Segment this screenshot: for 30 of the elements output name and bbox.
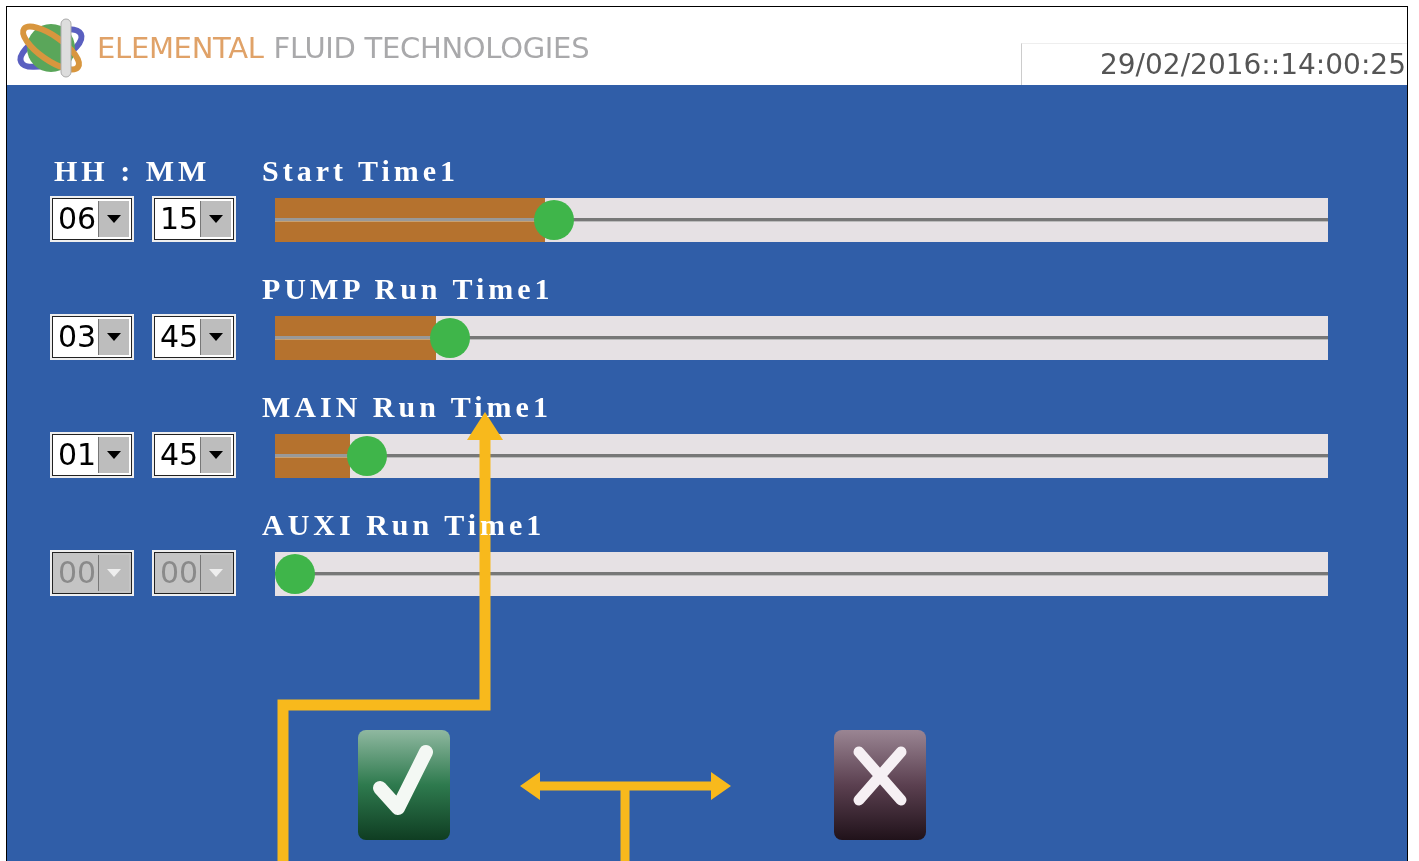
slider-track[interactable] — [275, 434, 1328, 478]
time-column-header: HH : MM — [53, 154, 212, 188]
brand-tagline: FLUID TECHNOLOGIES — [273, 31, 590, 65]
slider-thumb[interactable] — [534, 200, 575, 240]
dropdown-arrow-icon — [107, 451, 121, 459]
slider-track[interactable] — [275, 316, 1328, 360]
checkmark-icon — [372, 744, 436, 818]
cancel-button[interactable] — [834, 730, 926, 840]
dropdown-arrow-icon — [107, 215, 121, 223]
slider-track[interactable] — [275, 198, 1328, 242]
dropdown-arrow-icon — [107, 333, 121, 341]
hours-dropdown[interactable]: 06 — [50, 196, 134, 242]
minutes-dropdown[interactable]: 15 — [152, 196, 236, 242]
slider-thumb[interactable] — [346, 436, 387, 476]
dropdown-arrow-icon — [107, 569, 121, 577]
dropdown-arrow-icon — [209, 333, 223, 341]
confirm-button[interactable] — [358, 730, 450, 840]
slider-label: Start Time1 — [262, 154, 461, 188]
slider-label: MAIN Run Time1 — [262, 390, 553, 424]
close-icon — [851, 744, 909, 808]
slider-label: PUMP Run Time1 — [262, 272, 555, 306]
hours-dropdown[interactable]: 03 — [50, 314, 134, 360]
slider-track[interactable] — [275, 552, 1328, 596]
dropdown-arrow-icon — [209, 451, 223, 459]
minutes-dropdown[interactable]: 45 — [152, 432, 236, 478]
hours-dropdown[interactable]: 01 — [50, 432, 134, 478]
minutes-dropdown[interactable]: 45 — [152, 314, 236, 360]
brand-name: ELEMENTAL — [97, 31, 264, 65]
dropdown-arrow-icon — [209, 215, 223, 223]
dropdown-arrow-icon — [209, 569, 223, 577]
